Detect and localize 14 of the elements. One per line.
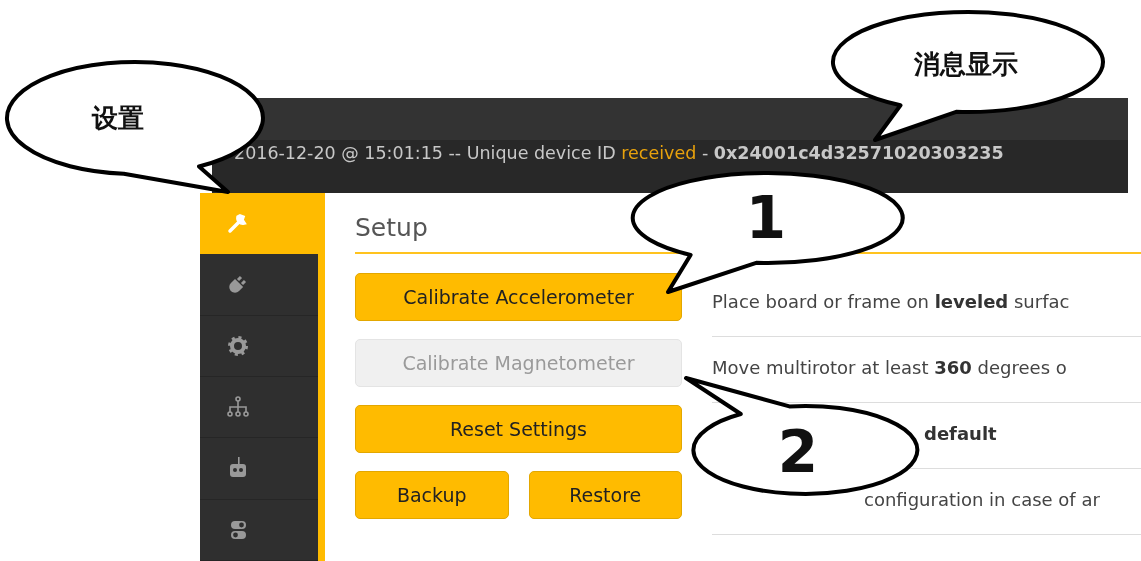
- action-button[interactable]: Restore: [528, 471, 682, 519]
- hierarchy-icon: [226, 395, 250, 420]
- callout-label: 消息显示: [914, 49, 1018, 79]
- action-button[interactable]: Reset Settings: [355, 405, 682, 453]
- callout-label: 设置: [92, 103, 144, 133]
- callout-label: 2: [777, 418, 819, 486]
- log-message: 2016-12-20 @ 15:01:15 -- Unique device ID received - 0x24001c4d32571020303235: [234, 142, 1004, 165]
- description-text: Move multirotor at least 360 degrees o: [712, 357, 1067, 378]
- description-text: configuration in case of ar: [864, 489, 1100, 510]
- action-button[interactable]: Backup: [355, 471, 509, 519]
- description-text: Place board or frame on leveled surfac: [712, 291, 1070, 312]
- action-button[interactable]: Calibrate Accelerometer: [355, 273, 682, 321]
- description-text: default: [924, 423, 997, 444]
- gear-icon: [226, 333, 250, 358]
